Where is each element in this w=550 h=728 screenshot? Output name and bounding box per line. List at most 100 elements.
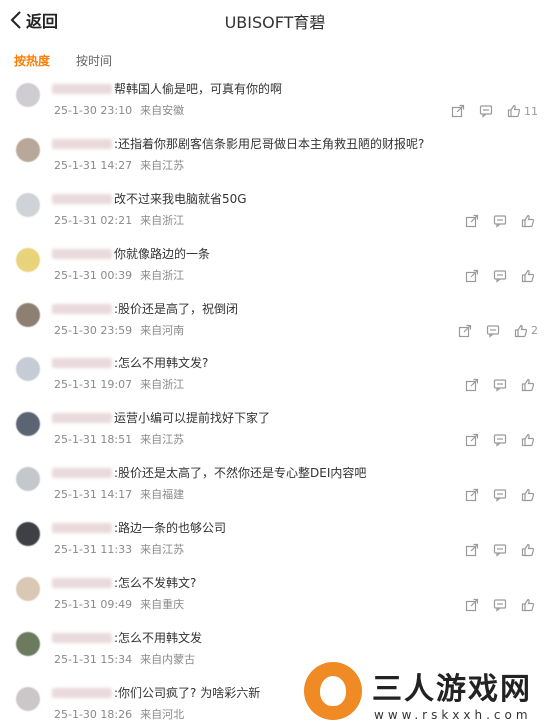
reply-button[interactable]	[493, 214, 507, 228]
like-button[interactable]	[521, 488, 538, 502]
avatar[interactable]	[16, 357, 40, 382]
avatar[interactable]	[16, 192, 40, 217]
thumbs-up-icon	[521, 269, 535, 283]
reply-button[interactable]	[493, 488, 507, 503]
reply-button[interactable]	[486, 324, 500, 338]
reply-button[interactable]	[479, 104, 493, 118]
comment-text: :怎么不发韩文?	[114, 576, 197, 591]
avatar[interactable]	[16, 83, 40, 107]
share-icon	[458, 324, 472, 338]
avatar[interactable]	[16, 631, 40, 656]
comment-icon	[493, 433, 507, 448]
comment-text: :怎么不用韩文发	[114, 630, 203, 645]
comment-actions	[465, 269, 538, 283]
comment-actions: 11	[451, 104, 538, 118]
avatar[interactable]	[16, 522, 40, 547]
like-button[interactable]: 2	[514, 324, 538, 338]
comment-actions	[465, 433, 538, 448]
thumbs-up-icon	[521, 543, 535, 557]
reply-button[interactable]	[493, 543, 507, 557]
comment-meta: 25-1-31 19:07 来自浙江	[54, 376, 184, 392]
comment-actions	[465, 378, 538, 393]
share-icon	[465, 543, 479, 557]
share-button[interactable]	[465, 214, 479, 228]
comment-text: 帮韩国人偷是吧，可真有你的啊	[114, 82, 283, 96]
comment-icon	[493, 488, 507, 503]
thumbs-up-icon	[521, 598, 535, 612]
comment-location: 来自浙江	[140, 213, 185, 227]
thumbs-up-icon	[514, 324, 528, 338]
like-button[interactable]	[521, 543, 538, 557]
comment-item: :还指着你那剧客信条影用尼哥做日本主角救丑陋的财报呢? 25-1-31 14:27…	[0, 133, 550, 188]
comment-icon	[493, 269, 507, 283]
avatar[interactable]	[16, 467, 40, 492]
thumbs-up-icon	[521, 433, 535, 447]
watermark-title: 三人游戏网	[372, 672, 532, 707]
comment-icon	[486, 324, 500, 338]
comment-actions: 2	[458, 324, 538, 338]
watermark-logo-icon	[304, 662, 362, 720]
like-button[interactable]	[521, 598, 538, 612]
watermark-url: www.rskxxh.com	[374, 708, 532, 722]
reply-button[interactable]	[493, 433, 507, 448]
like-button[interactable]: 11	[507, 104, 538, 118]
share-button[interactable]	[465, 598, 479, 612]
share-button[interactable]	[465, 269, 479, 283]
reply-button[interactable]	[493, 598, 507, 612]
comment-meta: 25-1-31 02:21 来自浙江	[54, 212, 184, 228]
comment-meta: 25-1-30 23:59 来自河南	[54, 322, 184, 338]
share-button[interactable]	[465, 488, 479, 502]
top-bar: 返回 UBISOFT育碧	[0, 0, 550, 40]
comment-icon	[493, 598, 507, 612]
comment-location: 来自浙江	[140, 378, 185, 392]
like-button[interactable]	[521, 214, 538, 228]
comment-time: 25-1-30 23:59	[54, 323, 133, 337]
comment-text: :你们公司疯了? 为啥彩六新	[114, 685, 261, 700]
share-button[interactable]	[465, 378, 479, 392]
avatar[interactable]	[16, 412, 40, 437]
thumbs-up-icon	[521, 214, 535, 228]
comment-actions	[465, 214, 538, 228]
page-title: UBISOFT育碧	[224, 13, 326, 32]
reply-button[interactable]	[493, 378, 507, 393]
avatar[interactable]	[16, 247, 40, 272]
share-icon	[465, 378, 479, 392]
comment-actions	[465, 488, 538, 503]
sort-tabs: 按热度 按时间	[14, 52, 112, 69]
share-button[interactable]	[451, 104, 465, 118]
like-count: 11	[524, 104, 538, 118]
comment-icon	[493, 378, 507, 393]
comment-item: :路边一条的也够公司 25-1-31 11:33 来自江苏	[0, 517, 550, 572]
like-button[interactable]	[521, 433, 538, 447]
like-button[interactable]	[521, 378, 538, 392]
tab-sort-by-heat[interactable]: 按热度	[14, 52, 50, 69]
comment-item: 帮韩国人偷是吧，可真有你的啊 25-1-30 23:10 来自安徽 11	[0, 78, 550, 133]
comment-meta: 25-1-30 18:26 来自河北	[54, 706, 184, 722]
avatar[interactable]	[16, 137, 40, 162]
comment-meta: 25-1-30 23:10 来自安徽	[54, 102, 184, 118]
comment-time: 25-1-31 14:17	[54, 488, 133, 502]
comment-text: :路边一条的也够公司	[114, 521, 227, 536]
comment-time: 25-1-31 09:49	[54, 598, 133, 612]
comment-item: :股价还是太高了，不然你还是专心整DEI内容吧 25-1-31 14:17 来自福建	[0, 462, 550, 517]
comment-actions	[465, 598, 538, 612]
comment-text: 运营小编可以提前找好下家了	[114, 411, 271, 426]
comment-time: 25-1-31 02:21	[54, 213, 133, 227]
share-button[interactable]	[458, 324, 472, 338]
comment-text: :怎么不用韩文发?	[114, 356, 209, 371]
reply-button[interactable]	[493, 269, 507, 283]
comment-location: 来自河北	[140, 707, 185, 721]
avatar[interactable]	[16, 302, 40, 327]
share-icon	[465, 269, 479, 283]
avatar[interactable]	[16, 577, 40, 602]
comment-time: 25-1-31 18:51	[54, 433, 133, 447]
like-button[interactable]	[521, 269, 538, 283]
comment-meta: 25-1-31 15:34 来自内蒙古	[54, 651, 195, 667]
thumbs-up-icon	[521, 378, 535, 392]
comment-list: 帮韩国人偷是吧，可真有你的啊 25-1-30 23:10 来自安徽 11 :还指着你那剧…	[0, 78, 550, 728]
comment-location: 来自河南	[140, 323, 185, 337]
share-button[interactable]	[465, 543, 479, 557]
avatar[interactable]	[16, 686, 40, 711]
share-button[interactable]	[465, 433, 479, 447]
tab-sort-by-time[interactable]: 按时间	[76, 52, 112, 69]
